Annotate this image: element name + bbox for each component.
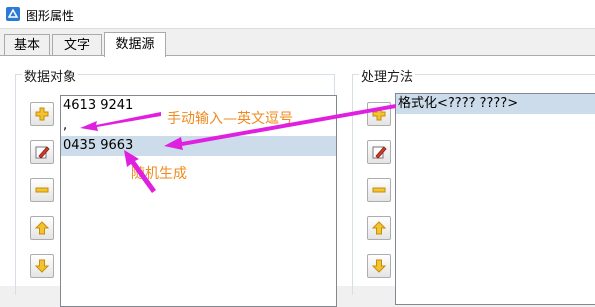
move-up-data-object-button[interactable] bbox=[30, 216, 54, 240]
data-objects-label: 数据对象 bbox=[22, 66, 79, 85]
edit-data-object-button[interactable] bbox=[30, 140, 54, 164]
move-down-icon bbox=[34, 259, 50, 273]
remove-icon bbox=[35, 187, 49, 193]
move-up-icon bbox=[371, 221, 387, 235]
app-shape-icon bbox=[6, 7, 20, 21]
processing-label: 处理方法 bbox=[359, 66, 416, 85]
annotation-random-generated: 随机生成 bbox=[131, 166, 187, 182]
move-down-data-object-button[interactable] bbox=[30, 254, 54, 278]
edit-icon bbox=[372, 146, 387, 159]
move-down-processing-button[interactable] bbox=[367, 254, 391, 278]
edit-processing-button[interactable] bbox=[367, 140, 391, 164]
tab-data-source[interactable]: 数据源 bbox=[104, 32, 166, 57]
processing-list[interactable]: 格式化<???? ????> bbox=[395, 93, 595, 305]
move-up-processing-button[interactable] bbox=[367, 216, 391, 240]
list-item[interactable]: 格式化<???? ????> bbox=[396, 94, 595, 114]
add-icon bbox=[35, 107, 49, 121]
remove-icon bbox=[372, 187, 386, 193]
tab-panel: 数据对象 4613 9241 , 0435 9663 处理方法 格式化<????… bbox=[0, 55, 595, 307]
remove-processing-button[interactable] bbox=[367, 178, 391, 202]
list-item[interactable]: 0435 9663 bbox=[61, 136, 336, 156]
tab-text[interactable]: 文字 bbox=[52, 34, 102, 56]
edit-icon bbox=[35, 146, 50, 159]
remove-data-object-button[interactable] bbox=[30, 178, 54, 202]
processing-group: 处理方法 格式化<???? ????> bbox=[352, 66, 595, 305]
tab-basic[interactable]: 基本 bbox=[4, 34, 50, 56]
window-title: 图形属性 bbox=[26, 9, 75, 23]
annotation-manual-input: 手动输入—英文逗号 bbox=[167, 111, 293, 127]
add-icon bbox=[372, 107, 386, 121]
move-down-icon bbox=[371, 259, 387, 273]
add-data-object-button[interactable] bbox=[30, 102, 54, 126]
title-bar: 图形属性 bbox=[0, 0, 595, 29]
add-processing-button[interactable] bbox=[367, 102, 391, 126]
tab-bar: 基本 文字 数据源 bbox=[0, 32, 595, 57]
move-up-icon bbox=[34, 221, 50, 235]
